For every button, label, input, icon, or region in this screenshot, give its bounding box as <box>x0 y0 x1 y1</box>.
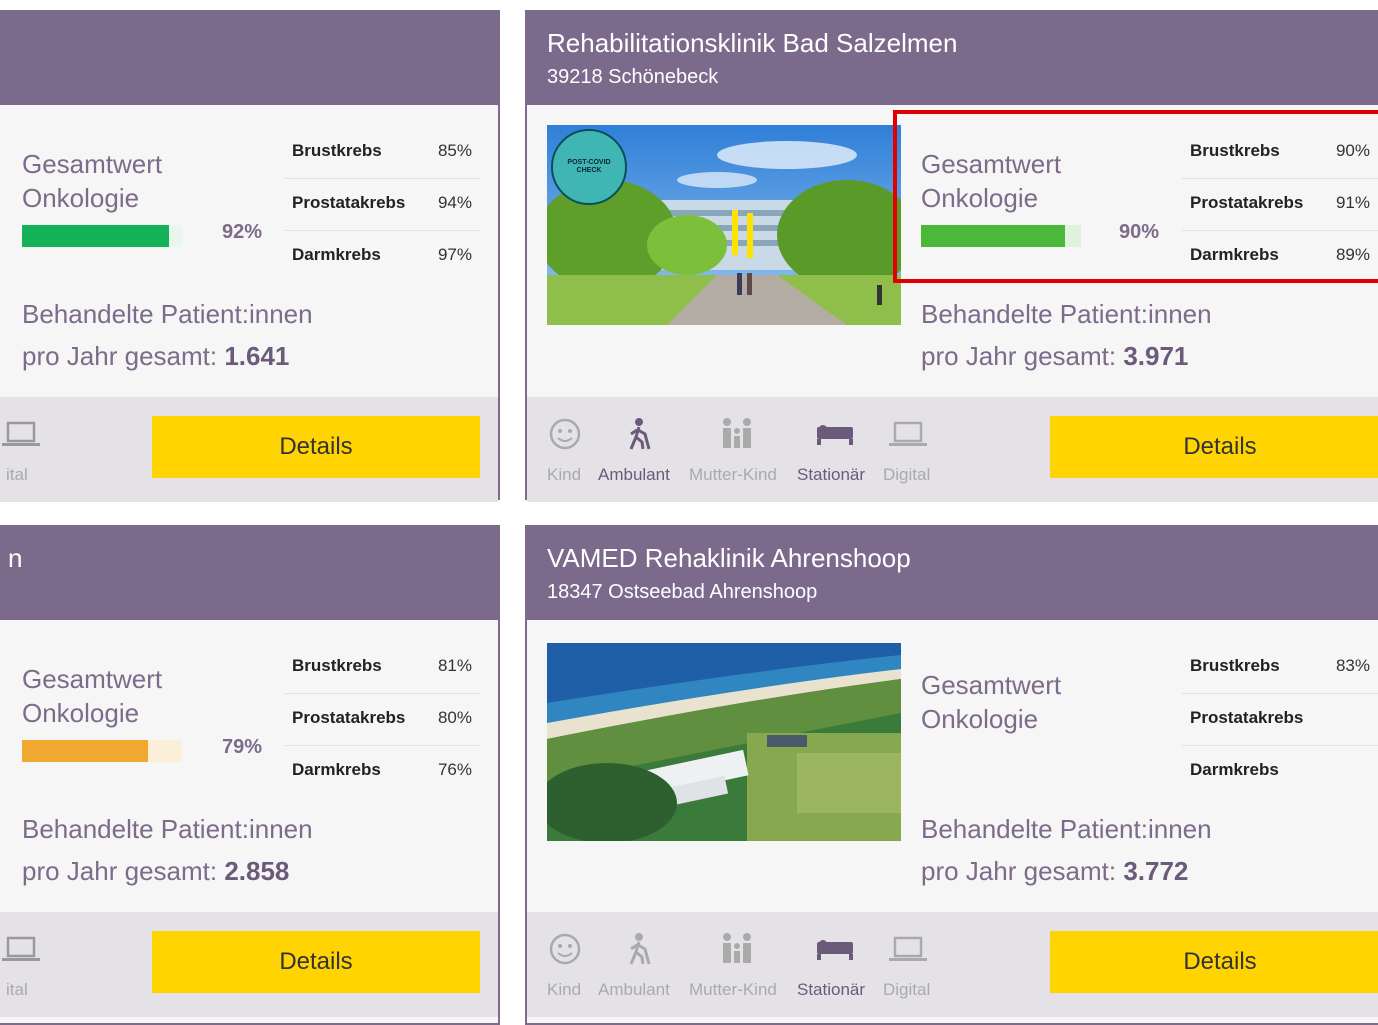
patients-info: Behandelte Patient:innen pro Jahr gesamt… <box>22 814 313 886</box>
mother-child-icon <box>723 418 751 448</box>
details-button[interactable]: Details <box>152 931 480 993</box>
service-label-digital: ital <box>6 465 28 484</box>
card-footer: ital Details <box>0 912 498 1017</box>
clinic-location: 18347 Ostseebad Ahrenshoop <box>547 581 818 603</box>
details-button[interactable]: Details <box>1050 416 1378 478</box>
table-row: Darmkrebs 76% <box>292 760 472 779</box>
service-label-digital: Digital <box>883 465 931 484</box>
clinic-card-ahrenshoop: VAMED Rehaklinik Ahrenshoop 18347 Ostsee… <box>525 525 1378 1025</box>
table-row: Brustkrebs 83% <box>1182 642 1378 694</box>
clinic-title[interactable]: Rehabilitationsklinik Bad Salzelmen <box>547 28 957 59</box>
service-label-kind: Kind <box>547 980 582 999</box>
cancer-type-table: Brustkrebs 83% Prostatakrebs Darmkrebs <box>1182 642 1378 797</box>
table-row: Prostatakrebs <box>1182 694 1378 746</box>
gesamtwert-label: Gesamtwert Onkologie <box>22 664 163 728</box>
bed-icon <box>817 940 853 960</box>
details-button[interactable]: Details <box>152 416 480 478</box>
walking-icon <box>629 418 651 450</box>
gesamtwert-bar-fill <box>22 740 149 762</box>
cancer-type-table: Brustkrebs 85% Prostatakrebs 94% Darmkrebs… <box>284 127 480 282</box>
service-label-stationaer: Stationär <box>797 980 866 999</box>
patients-info: Behandelte Patient:innen pro Jahr gesamt… <box>921 299 1212 371</box>
service-label-mutter-kind: Mutter-Kind <box>689 465 777 484</box>
patients-info: Behandelte Patient:innen pro Jahr gesamt… <box>22 299 313 371</box>
clinic-title[interactable]: VAMED Rehaklinik Ahrenshoop <box>547 543 911 574</box>
gesamtwert-bar-fill <box>22 225 170 247</box>
cancer-type-table: Brustkrebs 81% Prostatakrebs 80% Darmkrebs… <box>284 642 480 797</box>
table-row: Prostatakrebs 80% <box>284 694 480 746</box>
card-header: n <box>0 525 498 620</box>
card-header: Rehabilitationsklinik Bad Salzelmen 3921… <box>527 10 1378 105</box>
table-row: Darmkrebs 97% <box>292 245 472 264</box>
service-label-kind: Kind <box>547 465 582 484</box>
gesamtwert-label: Gesamtwert Onkologie <box>22 149 163 213</box>
child-face-icon <box>549 418 581 450</box>
laptop-icon <box>2 936 40 961</box>
clinic-location: 39218 Schönebeck <box>547 66 719 88</box>
walking-icon <box>629 933 651 965</box>
laptop-icon <box>2 421 40 446</box>
laptop-icon <box>889 421 927 446</box>
patients-count: 1.641 <box>224 341 290 371</box>
details-button[interactable]: Details <box>1050 931 1378 993</box>
gesamtwert-percent: 92% <box>222 221 263 243</box>
table-row: Brustkrebs 85% <box>284 127 480 179</box>
patients-count: 3.971 <box>1123 341 1189 371</box>
mother-child-icon <box>723 933 751 963</box>
service-label-mutter-kind: Mutter-Kind <box>689 980 777 999</box>
table-row: Darmkrebs <box>1190 760 1279 779</box>
clinic-card-bottom-left: n Gesamtwert Onkologie 79% Brustkrebs 81% … <box>0 525 500 1025</box>
highlight-box <box>893 110 1378 283</box>
service-label-ambulant: Ambulant <box>598 980 670 999</box>
child-face-icon <box>549 933 581 965</box>
patients-count: 2.858 <box>224 856 290 886</box>
patients-count: 3.772 <box>1123 856 1189 886</box>
patients-info: Behandelte Patient:innen pro Jahr gesamt… <box>921 814 1212 886</box>
bed-icon <box>817 425 853 445</box>
gesamtwert-bar <box>22 225 182 247</box>
gesamtwert-bar <box>22 740 182 762</box>
card-footer: ital Details <box>0 397 498 502</box>
clinic-card-top-left: Gesamtwert Onkologie 92% Brustkrebs 85% Pr… <box>0 10 500 502</box>
clinic-title[interactable]: n <box>8 543 22 574</box>
card-footer: Kind Ambulant Mutter-Kind Stationär Digi… <box>527 397 1378 502</box>
service-label-ambulant: Ambulant <box>598 465 670 484</box>
table-row: Brustkrebs 81% <box>284 642 480 694</box>
service-label-digital: Digital <box>883 980 931 999</box>
card-header <box>0 10 498 105</box>
service-label-stationaer: Stationär <box>797 465 866 484</box>
service-label-digital: ital <box>6 980 28 999</box>
gesamtwert-label: Gesamtwert Onkologie <box>921 670 1062 734</box>
laptop-icon <box>889 936 927 961</box>
card-footer: Kind Ambulant Mutter-Kind Stationär Digi… <box>527 912 1378 1017</box>
gesamtwert-percent: 79% <box>222 736 263 758</box>
card-header: VAMED Rehaklinik Ahrenshoop 18347 Ostsee… <box>527 525 1378 620</box>
table-row: Prostatakrebs 94% <box>284 179 480 231</box>
